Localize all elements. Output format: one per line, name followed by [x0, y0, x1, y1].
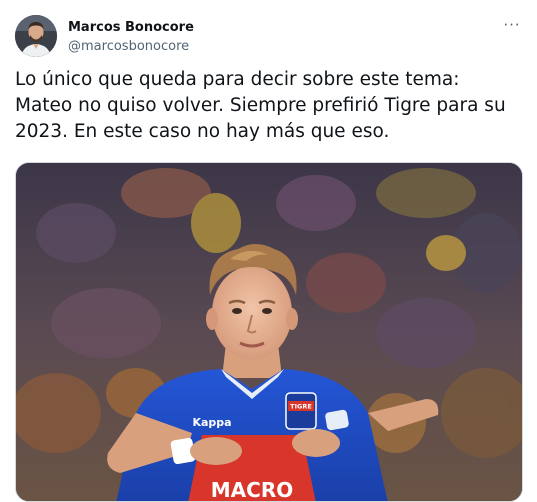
- badge-text: TIGRE: [290, 403, 312, 411]
- author-name[interactable]: Marcos Bonocore: [68, 20, 194, 35]
- author-handle[interactable]: @marcosbonocore: [68, 39, 189, 54]
- jersey-sponsor: MACRO: [211, 478, 293, 502]
- author-avatar[interactable]: [15, 15, 57, 57]
- jersey-brand: Kappa: [192, 416, 231, 429]
- more-options-icon[interactable]: ···: [501, 18, 523, 36]
- tweet-photo[interactable]: TIGRE Kappa MACRO: [15, 162, 523, 502]
- player-photo: TIGRE Kappa MACRO: [16, 163, 522, 502]
- tweet-text: Lo único que queda para decir sobre este…: [15, 69, 506, 142]
- tweet-card: Marcos Bonocore @marcosbonocore ··· Lo ú…: [0, 0, 537, 502]
